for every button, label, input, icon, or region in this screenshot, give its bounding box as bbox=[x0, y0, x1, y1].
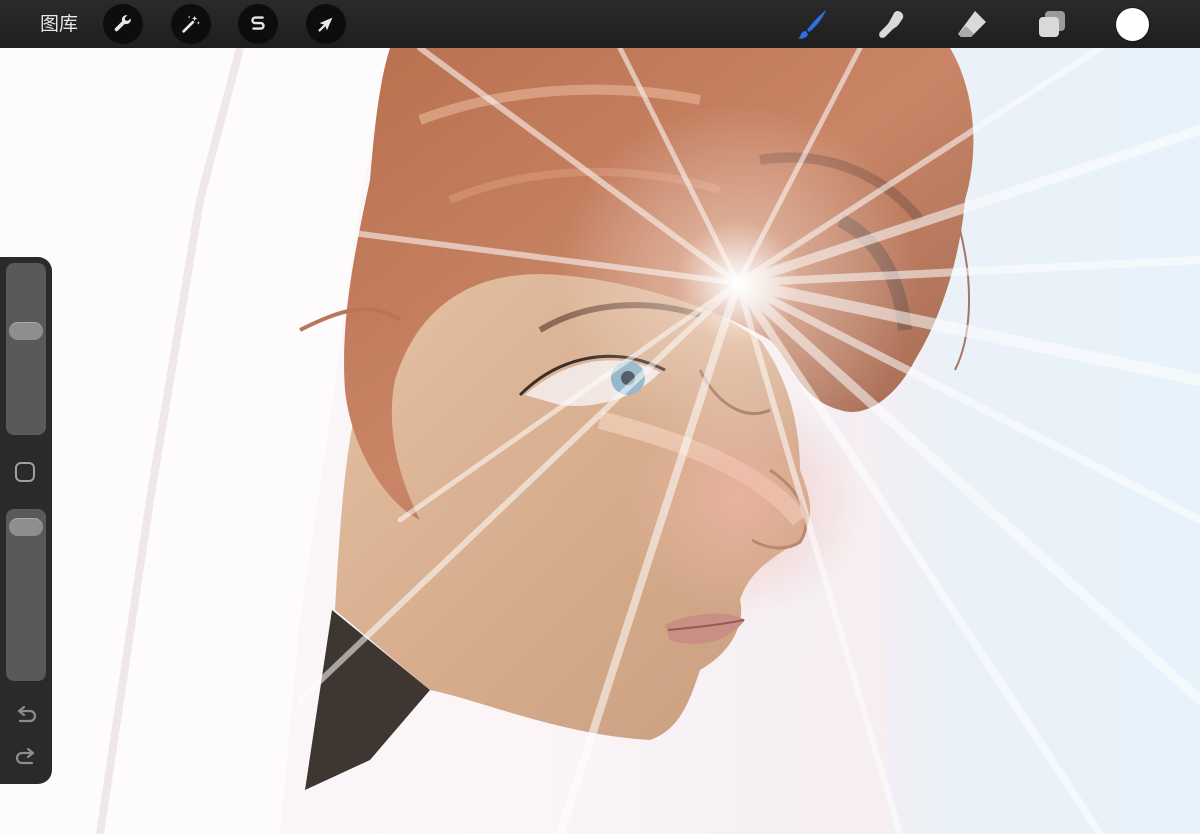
wrench-icon bbox=[114, 15, 131, 32]
brush-tool-button[interactable] bbox=[794, 6, 830, 42]
top-toolbar: 图库 bbox=[0, 0, 1200, 48]
brush-opacity-thumb[interactable] bbox=[9, 517, 43, 536]
left-sidebar bbox=[0, 257, 52, 784]
transform-button[interactable] bbox=[306, 4, 346, 44]
eraser-tool-button[interactable] bbox=[954, 6, 990, 42]
undo-arrow-icon bbox=[17, 706, 37, 723]
layers-button[interactable] bbox=[1034, 6, 1070, 42]
square-modify-icon[interactable] bbox=[15, 462, 35, 482]
actions-button[interactable] bbox=[103, 4, 143, 44]
brush-size-slider[interactable] bbox=[6, 263, 46, 435]
smudge-finger-icon bbox=[879, 11, 904, 38]
brush-icon bbox=[797, 10, 826, 39]
brush-size-thumb[interactable] bbox=[9, 322, 43, 341]
redo-button[interactable] bbox=[13, 746, 39, 770]
adjustments-button[interactable] bbox=[171, 4, 211, 44]
selection-s-icon bbox=[251, 16, 265, 30]
smudge-tool-button[interactable] bbox=[873, 6, 909, 42]
eraser-icon bbox=[958, 11, 986, 37]
brush-opacity-slider[interactable] bbox=[6, 509, 46, 681]
drawing-canvas[interactable] bbox=[0, 48, 1200, 834]
procreate-app: 图库 bbox=[0, 0, 1200, 834]
gallery-button[interactable]: 图库 bbox=[40, 12, 78, 36]
color-picker-button[interactable] bbox=[1116, 8, 1149, 41]
layers-icon bbox=[1039, 11, 1065, 37]
artwork-illustration bbox=[0, 48, 1200, 834]
undo-button[interactable] bbox=[13, 704, 39, 728]
arrow-cursor-icon bbox=[318, 17, 333, 32]
redo-arrow-icon bbox=[15, 748, 35, 765]
magic-wand-icon bbox=[182, 15, 200, 33]
selection-button[interactable] bbox=[238, 4, 278, 44]
